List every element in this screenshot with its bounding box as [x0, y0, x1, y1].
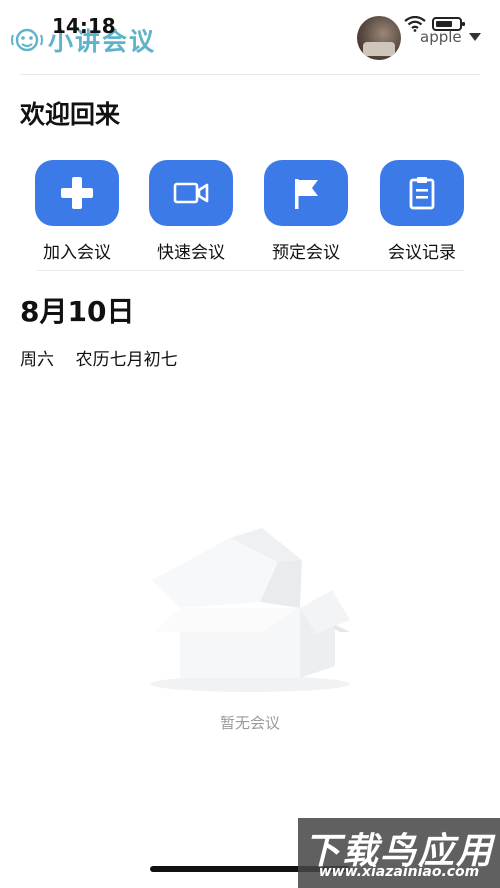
watermark: 下载鸟应用 www.xiazainiao.com — [298, 818, 500, 888]
avatar[interactable] — [357, 16, 401, 60]
empty-box-illustration — [150, 528, 350, 692]
quick-meeting-button[interactable]: 快速会议 — [141, 160, 241, 263]
app-logo-icon — [11, 28, 43, 52]
join-meeting-tile[interactable] — [35, 160, 119, 226]
current-date: 8月10日 — [20, 295, 135, 328]
meeting-records-label: 会议记录 — [388, 243, 456, 263]
meeting-records-tile[interactable] — [380, 160, 464, 226]
flag-icon — [295, 179, 318, 209]
welcome-title: 欢迎回来 — [20, 100, 121, 129]
schedule-meeting-label: 预定会议 — [272, 243, 340, 263]
empty-state-text: 暂无会议 — [219, 714, 280, 732]
quick-meeting-tile[interactable] — [149, 160, 233, 226]
watermark-url: www.xiazainiao.com — [318, 864, 480, 880]
quick-actions: 加入会议 快速会议 预定会议 会议记录 — [0, 160, 500, 270]
actions-divider — [36, 270, 464, 271]
account-name: apple — [420, 28, 462, 46]
schedule-meeting-button[interactable]: 预定会议 — [256, 160, 356, 263]
video-camera-icon — [173, 182, 209, 204]
status-time: 14:18 — [52, 14, 116, 38]
chevron-down-icon — [468, 33, 481, 41]
account-switcher[interactable]: apple — [420, 28, 482, 46]
meeting-records-button[interactable]: 会议记录 — [372, 160, 472, 263]
plus-icon — [61, 177, 93, 209]
header: 小讲会议 14:18 apple — [0, 0, 500, 72]
quick-meeting-label: 快速会议 — [157, 243, 225, 263]
header-divider — [20, 74, 480, 75]
lunar-date: 周六 农历七月初七 — [20, 350, 178, 370]
join-meeting-label: 加入会议 — [43, 243, 111, 263]
schedule-meeting-tile[interactable] — [264, 160, 348, 226]
join-meeting-button[interactable]: 加入会议 — [27, 160, 127, 263]
clipboard-icon — [409, 177, 435, 210]
